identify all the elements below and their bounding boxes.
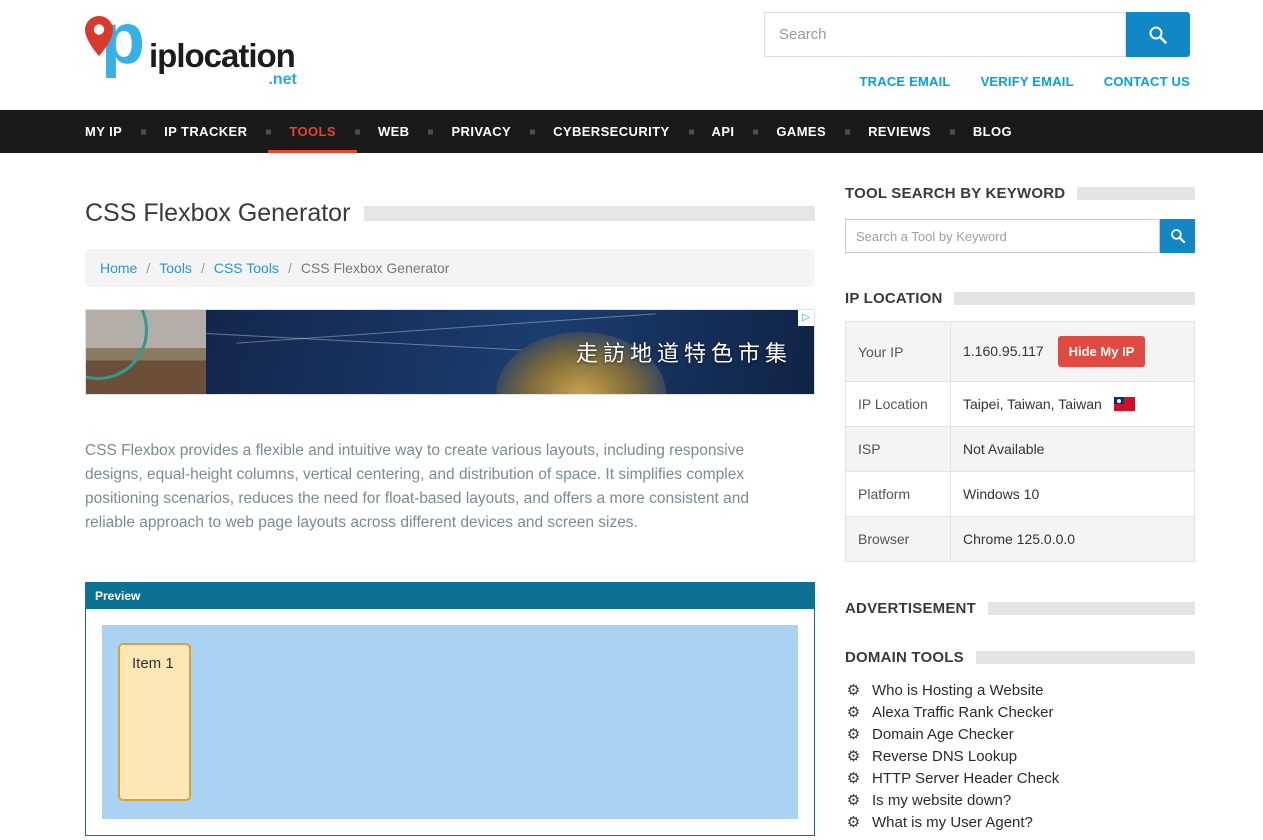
content-column: CSS Flexbox Generator Home / Tools / CSS… [85, 185, 815, 836]
breadcrumb-css-tools[interactable]: CSS Tools [214, 260, 279, 276]
domain-tool-reverse-dns[interactable]: ⚙ Reverse DNS Lookup [845, 745, 1195, 767]
logo-mark: p [85, 14, 149, 86]
header-links: TRACE EMAIL VERIFY EMAIL CONTACT US [860, 74, 1190, 89]
location-pin-icon [85, 16, 113, 58]
breadcrumb-home[interactable]: Home [100, 260, 137, 276]
logo-text: iplocation [149, 37, 295, 74]
table-row-isp: ISP Not Available [846, 427, 1195, 472]
site-search [764, 12, 1190, 57]
gear-icon: ⚙ [845, 769, 862, 787]
gear-icon: ⚙ [845, 681, 862, 699]
adchoices-icon[interactable]: ▷ [798, 310, 814, 326]
site-search-button[interactable] [1126, 12, 1190, 57]
nav-games[interactable]: GAMES [755, 110, 847, 153]
tool-description: CSS Flexbox provides a flexible and intu… [85, 439, 795, 535]
heading-decoration-bar [954, 292, 1195, 305]
tool-search-button[interactable] [1160, 219, 1195, 253]
search-icon [1170, 228, 1186, 244]
link-contact-us[interactable]: CONTACT US [1104, 74, 1190, 89]
nav-privacy[interactable]: PRIVACY [430, 110, 532, 153]
ip-location-table: Your IP 1.160.95.117 Hide My IP IP Locat… [845, 321, 1195, 562]
nav-cybersecurity[interactable]: CYBERSECURITY [532, 110, 690, 153]
site-logo[interactable]: p iplocation .net [85, 14, 295, 86]
domain-tool-website-down[interactable]: ⚙ Is my website down? [845, 789, 1195, 811]
breadcrumb-separator: / [146, 260, 150, 276]
breadcrumb: Home / Tools / CSS Tools / CSS Flexbox G… [85, 249, 815, 287]
advertisement-heading: ADVERTISEMENT [845, 600, 976, 617]
nav-ip-tracker[interactable]: IP TRACKER [143, 110, 268, 153]
table-row-platform: Platform Windows 10 [846, 472, 1195, 517]
table-row-your-ip: Your IP 1.160.95.117 Hide My IP [846, 322, 1195, 382]
nav-blog[interactable]: BLOG [952, 110, 1033, 153]
nav-reviews[interactable]: REVIEWS [847, 110, 952, 153]
ad-photo-strip [86, 310, 206, 394]
search-icon [1148, 25, 1168, 45]
tool-search [845, 219, 1195, 253]
heading-decoration-bar [976, 651, 1195, 664]
ip-location-value: Taipei, Taiwan, Taiwan [963, 396, 1102, 412]
preview-body: Item 1 [86, 609, 814, 835]
table-row-browser: Browser Chrome 125.0.0.0 [846, 517, 1195, 562]
taiwan-flag-icon [1114, 397, 1135, 411]
gear-icon: ⚙ [845, 747, 862, 765]
domain-tool-alexa-rank[interactable]: ⚙ Alexa Traffic Rank Checker [845, 701, 1195, 723]
domain-tools-list: ⚙ Who is Hosting a Website ⚙ Alexa Traff… [845, 679, 1195, 833]
gear-icon: ⚙ [845, 813, 862, 831]
ad-banner[interactable]: 走訪地道特色市集 ▷ [85, 309, 815, 395]
ad-overlay-text: 走訪地道特色市集 [576, 336, 792, 368]
tool-search-heading: TOOL SEARCH BY KEYWORD [845, 185, 1065, 202]
domain-tool-hosting[interactable]: ⚙ Who is Hosting a Website [845, 679, 1195, 701]
heading-decoration-bar [1077, 187, 1195, 200]
domain-tool-domain-age[interactable]: ⚙ Domain Age Checker [845, 723, 1195, 745]
nav-my-ip[interactable]: MY IP [64, 110, 143, 153]
preview-header: Preview [86, 583, 814, 609]
nav-api[interactable]: API [691, 110, 756, 153]
breadcrumb-separator: / [288, 260, 292, 276]
tool-search-input[interactable] [845, 219, 1160, 253]
logo-wordmark: iplocation .net [149, 39, 295, 86]
domain-tool-user-agent[interactable]: ⚙ What is my User Agent? [845, 811, 1195, 833]
domain-tool-http-header[interactable]: ⚙ HTTP Server Header Check [845, 767, 1195, 789]
page-main: CSS Flexbox Generator Home / Tools / CSS… [0, 153, 1263, 836]
breadcrumb-separator: / [201, 260, 205, 276]
breadcrumb-current: CSS Flexbox Generator [301, 260, 450, 276]
header-right: TRACE EMAIL VERIFY EMAIL CONTACT US [764, 12, 1190, 89]
breadcrumb-tools[interactable]: Tools [159, 260, 192, 276]
gear-icon: ⚙ [845, 703, 862, 721]
flex-preview-container: Item 1 [102, 625, 798, 819]
nav-web[interactable]: WEB [357, 110, 431, 153]
flex-item-1: Item 1 [118, 643, 191, 801]
domain-tools-heading: DOMAIN TOOLS [845, 649, 964, 666]
main-nav: MY IP IP TRACKER TOOLS WEB PRIVACY CYBER… [0, 110, 1263, 153]
ad-photo-main: 走訪地道特色市集 ▷ [206, 310, 814, 394]
nav-tools[interactable]: TOOLS [268, 110, 357, 153]
hide-my-ip-button[interactable]: Hide My IP [1058, 336, 1146, 367]
title-decoration-bar [364, 206, 815, 221]
link-trace-email[interactable]: TRACE EMAIL [860, 74, 951, 89]
ad-decorative-curve [85, 309, 148, 380]
gear-icon: ⚙ [845, 791, 862, 809]
gear-icon: ⚙ [845, 725, 862, 743]
preview-panel: Preview Item 1 [85, 582, 815, 836]
heading-decoration-bar [988, 602, 1195, 615]
sidebar: TOOL SEARCH BY KEYWORD IP LOCATION Your … [845, 185, 1195, 836]
logo-tld: .net [268, 72, 296, 88]
site-search-input[interactable] [764, 12, 1126, 57]
your-ip-value: 1.160.95.117 [963, 343, 1044, 359]
link-verify-email[interactable]: VERIFY EMAIL [981, 74, 1074, 89]
ip-location-heading: IP LOCATION [845, 290, 942, 307]
page-title: CSS Flexbox Generator [85, 199, 350, 228]
site-header: p iplocation .net TRACE EMAIL VERIFY EMA… [0, 0, 1263, 110]
table-row-ip-location: IP Location Taipei, Taiwan, Taiwan [846, 382, 1195, 427]
